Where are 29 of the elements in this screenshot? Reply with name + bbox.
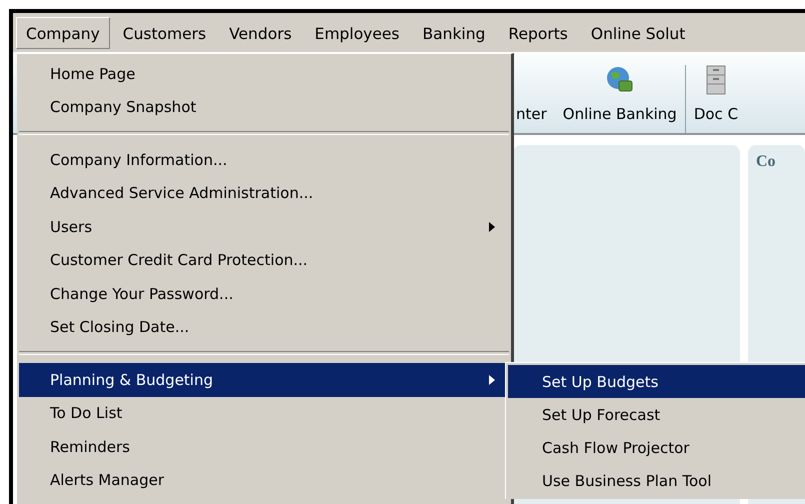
menu-item[interactable]: Customer Credit Card Protection...: [19, 244, 509, 277]
menu-item[interactable]: Set Up Budgets: [508, 365, 805, 398]
menu-bar-item[interactable]: Banking: [412, 16, 496, 48]
menu-item[interactable]: Change Your Password...: [19, 277, 509, 310]
menu-item[interactable]: Use Business Plan Tool: [508, 464, 805, 497]
menu-bar-item[interactable]: Employees: [304, 16, 410, 48]
menu-item[interactable]: Users: [19, 210, 509, 244]
submenu-arrow-icon: [489, 374, 495, 385]
panel-title: Co: [756, 153, 776, 170]
toolbar-label[interactable]: nter: [516, 105, 547, 123]
menu-item[interactable]: Home Page: [19, 57, 509, 90]
menu-item[interactable]: Advanced Service Administration...: [19, 176, 509, 210]
menu-bar-item[interactable]: Company: [16, 16, 110, 48]
menu-item[interactable]: Reminders: [19, 430, 509, 464]
menu-bar-item[interactable]: Customers: [112, 16, 216, 48]
menu-item[interactable]: Set Up Forecast: [508, 398, 805, 431]
menu-item[interactable]: Company Information...: [19, 143, 509, 176]
menu-item[interactable]: Cash Flow Projector: [508, 431, 805, 464]
file-cabinet-icon[interactable]: [704, 65, 727, 95]
toolbar-label[interactable]: Online Banking: [562, 105, 677, 123]
menu-item[interactable]: Set Closing Date...: [19, 310, 509, 344]
menu-item[interactable]: To Do List: [19, 396, 509, 430]
toolbar-label[interactable]: Doc C: [694, 105, 738, 123]
menu-bar-item[interactable]: Vendors: [219, 16, 302, 48]
menu-item[interactable]: Company Snapshot: [19, 90, 509, 124]
menu-bar-item[interactable]: Online Solut: [580, 16, 696, 48]
menu-item[interactable]: Alerts Manager: [19, 464, 509, 497]
submenu-arrow-icon: [489, 222, 495, 232]
menu-bar-item[interactable]: Reports: [498, 16, 578, 48]
